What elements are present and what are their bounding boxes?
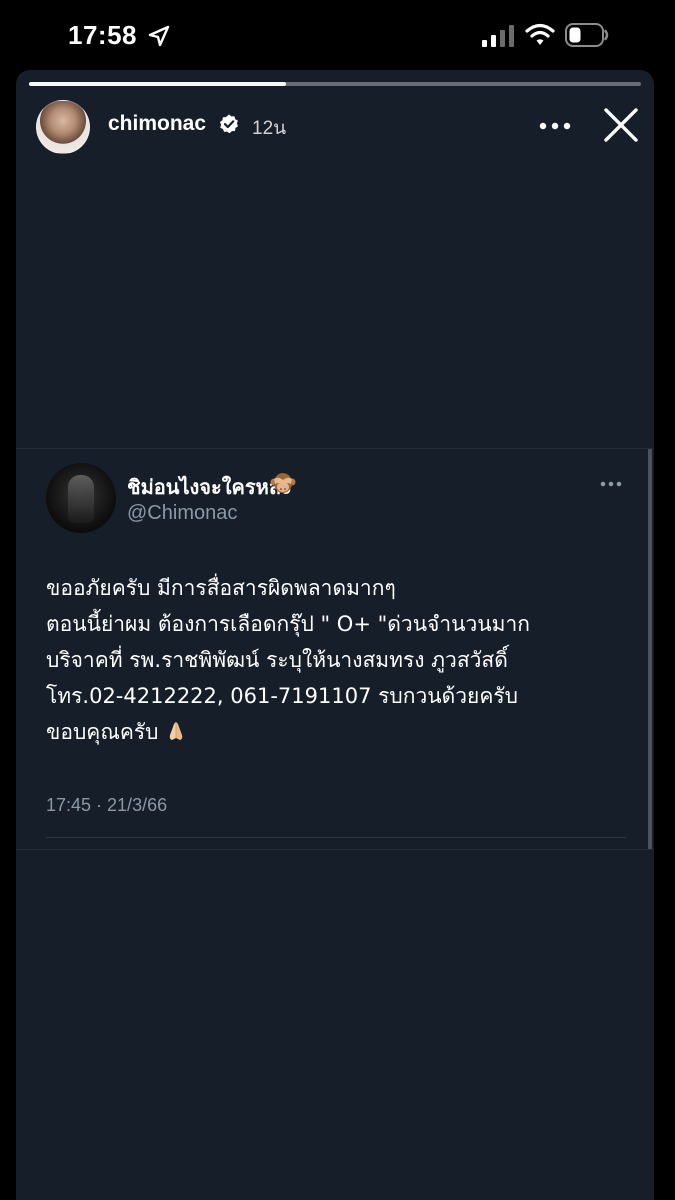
story-frame[interactable]: chimonac 12น ชิม่อนไงจะใครหล่ะ @Chimonac…: [16, 70, 654, 1200]
divider: [46, 837, 626, 838]
story-progress-fill: [29, 82, 287, 86]
battery-icon: [565, 23, 609, 47]
story-header: chimonac 12น: [16, 98, 654, 158]
see-no-evil-monkey-icon: [270, 473, 296, 493]
tweet-text-line: ขออภัยครับ มีการสื่อสารผิดพลาดมากๆ: [46, 576, 396, 600]
story-posted-ago: 12น: [252, 118, 287, 139]
avatar[interactable]: [36, 100, 90, 154]
tweet-text: ขออภัยครับ มีการสื่อสารผิดพลาดมากๆ ตอนนี…: [46, 570, 646, 750]
tweet-card: ชิม่อนไงจะใครหล่ะ @Chimonac ขออภัยครับ ม…: [16, 448, 654, 850]
folded-hands-icon: [169, 722, 182, 740]
tweet-timestamp: 17:45 · 21/3/66: [46, 795, 168, 815]
tweet-text-line: ขอบคุณครับ: [46, 720, 159, 744]
tweet-avatar-figure: [68, 475, 94, 523]
tweet-text-line: โทร.02-4212222, 061-7191107 รบกวนด้วยครั…: [46, 684, 518, 708]
tweet-more-icon[interactable]: [600, 481, 622, 487]
story-progress-bar: [29, 82, 641, 86]
status-bar: 17:58: [0, 0, 675, 70]
tweet-display-name: ชิม่อนไงจะใครหล่ะ: [127, 475, 292, 499]
scrollbar[interactable]: [648, 449, 652, 849]
more-horizontal-icon[interactable]: [539, 122, 571, 130]
location-arrow-icon: [148, 25, 170, 47]
tweet-text-line: บริจาคที่ รพ.ราชพิพัฒน์ ระบุให้นางสมทรง …: [46, 648, 508, 672]
wifi-icon: [525, 23, 555, 45]
verified-badge-icon: [220, 114, 238, 134]
status-time: 17:58: [68, 20, 137, 50]
tweet-handle: @Chimonac: [127, 502, 238, 524]
tweet-text-line: ตอนนี้ย่าผม ต้องการเลือดกรุ๊ป " O+ "ด่วน…: [46, 612, 530, 636]
close-icon[interactable]: [603, 107, 639, 143]
tweet-text-last-line: ขอบคุณครับ: [46, 714, 646, 750]
cellular-signal-icon: [482, 25, 514, 47]
tweet-avatar: [46, 463, 116, 533]
story-username[interactable]: chimonac: [108, 112, 206, 136]
